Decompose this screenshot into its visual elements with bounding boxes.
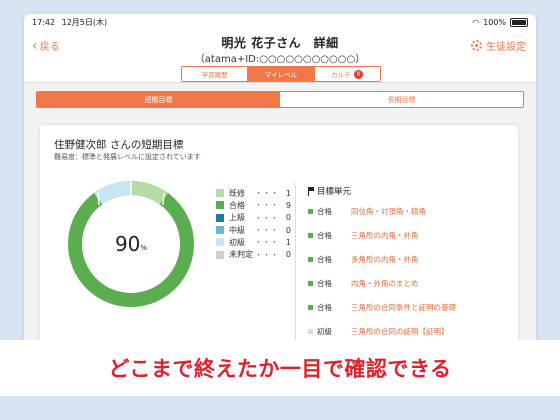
unit-status-swatch — [308, 280, 313, 286]
gear-icon — [471, 40, 482, 51]
legend-label: 上級 — [229, 213, 245, 223]
legend-item: 中級 ・・・ 0 — [216, 224, 296, 236]
unit-status: 合格 — [317, 302, 332, 312]
legend-dots: ・・・ — [255, 213, 279, 222]
unit-row[interactable]: 合格 三角形の合同条件と証明の基礎 — [308, 295, 508, 319]
legend-dots: ・・・ — [255, 238, 279, 247]
divider — [295, 183, 296, 354]
status-date: 12月5日(木) — [61, 17, 108, 27]
unit-row[interactable]: 合格 内角・外角のまとめ — [308, 271, 508, 295]
tab-my-level[interactable]: マイレベル — [247, 67, 314, 81]
tab-bar: 学習履歴 マイレベル カルテ 8 — [181, 66, 381, 82]
target-units-heading: 目標単元 — [308, 183, 508, 199]
progress-percent: 90 — [114, 232, 141, 256]
legend-dots: ・・・ — [255, 189, 279, 198]
student-id: （atama+ID:○○○○○○○○○○○） — [194, 54, 366, 65]
target-units: 目標単元 合格 同位角・対頂角・錯角 合格 三角形の内角・外角 合格 多角形の内角・外… — [308, 183, 508, 343]
unit-status: 合格 — [317, 278, 332, 288]
legend-item: 既修 ・・・ 1 — [216, 187, 296, 199]
legend-count: 1 — [285, 188, 291, 198]
unit-name-link[interactable]: 三角形の合同の証明【証明】 — [351, 326, 449, 337]
progress-percent-unit: % — [140, 244, 148, 252]
goal-card: 住野健次郎 さんの短期目標 難易度：標準と発展レベルに設定されています 90 %… — [40, 125, 518, 354]
legend-swatch — [216, 226, 224, 235]
caption-text: どこまで終えたか一目で確認できる — [108, 357, 452, 381]
unit-status-swatch — [308, 304, 313, 310]
legend-item: 上級 ・・・ 0 — [216, 212, 296, 224]
unit-row[interactable]: 合格 多角形の内角・外角 — [308, 247, 508, 271]
legend-count: 0 — [285, 213, 291, 223]
unit-row[interactable]: 合格 同位角・対頂角・錯角 — [308, 199, 508, 223]
legend-dots: ・・・ — [255, 226, 279, 235]
tab-karte[interactable]: カルテ 8 — [313, 67, 380, 81]
status-time: 17:42 — [32, 17, 56, 27]
unit-status-swatch — [308, 328, 313, 334]
legend-label: 中級 — [229, 225, 245, 235]
legend-swatch — [216, 213, 224, 222]
unit-status: 合格 — [317, 206, 332, 216]
segment-long-term[interactable]: 長期目標 — [280, 92, 523, 107]
wifi-icon: ◠ — [472, 17, 480, 27]
unit-name-link[interactable]: 多角形の内角・外角 — [351, 254, 419, 265]
tab-history[interactable]: 学習履歴 — [182, 67, 248, 81]
legend-label: 未判定 — [229, 250, 253, 260]
tab-karte-label: カルテ — [331, 71, 351, 79]
unit-status-swatch — [308, 232, 313, 238]
card-title: 住野健次郎 さんの短期目標 — [54, 139, 184, 151]
unit-name-link[interactable]: 同位角・対頂角・錯角 — [351, 206, 426, 217]
legend-count: 1 — [285, 237, 291, 247]
notification-badge: 8 — [353, 69, 364, 79]
unit-name-link[interactable]: 内角・外角のまとめ — [351, 278, 419, 289]
legend-swatch — [216, 238, 224, 247]
tablet-screen: 17:42 12月5日(木) ◠ 100% ‹ 戻る 明光 花子さん 詳細 （a… — [24, 14, 536, 354]
legend-dots: ・・・ — [255, 201, 279, 210]
page-title: 明光 花子さん 詳細 — [221, 36, 339, 50]
unit-status-swatch — [308, 256, 313, 262]
caption-banner: どこまで終えたか一目で確認できる — [0, 340, 560, 396]
legend-item: 未判定 ・・・ 0 — [216, 248, 296, 260]
legend-swatch — [216, 250, 224, 259]
legend-label: 合格 — [229, 200, 245, 210]
student-settings-button[interactable]: 生徒設定 — [471, 38, 526, 53]
settings-label: 生徒設定 — [486, 42, 526, 53]
donut-center-label: 90 % — [66, 179, 196, 309]
tab-my-level-label: マイレベル — [264, 71, 298, 79]
header: ‹ 戻る 明光 花子さん 詳細 （atama+ID:○○○○○○○○○○○） 生… — [24, 30, 536, 82]
battery-percent: 100% — [483, 17, 506, 27]
status-bar: 17:42 12月5日(木) ◠ 100% — [24, 14, 536, 30]
legend-count: 0 — [285, 225, 291, 235]
legend: 既修 ・・・ 1 合格 ・・・ 9 上級 ・・・ 0 中級 ・・・ 0 初級 ・・・ 1 未判定 ・・… — [216, 187, 296, 261]
legend-swatch — [216, 189, 224, 198]
legend-count: 0 — [285, 250, 291, 260]
flag-icon — [308, 186, 314, 196]
card-subtitle: 難易度：標準と発展レベルに設定されています — [54, 153, 201, 161]
segment-short-term[interactable]: 短期目標 — [37, 92, 280, 107]
legend-count: 9 — [285, 200, 291, 210]
tab-history-label: 学習履歴 — [201, 71, 228, 79]
legend-label: 初級 — [229, 237, 245, 247]
legend-dots: ・・・ — [255, 250, 279, 259]
unit-row[interactable]: 合格 三角形の内角・外角 — [308, 223, 508, 247]
legend-item: 初級 ・・・ 1 — [216, 236, 296, 248]
unit-status: 初級 — [317, 326, 332, 336]
unit-status: 合格 — [317, 254, 332, 264]
legend-item: 合格 ・・・ 9 — [216, 199, 296, 211]
target-units-title: 目標単元 — [317, 187, 352, 197]
unit-status-swatch — [308, 208, 313, 214]
legend-swatch — [216, 201, 224, 210]
unit-name-link[interactable]: 三角形の合同条件と証明の基礎 — [351, 302, 456, 313]
goal-segment-control: 短期目標 長期目標 — [36, 91, 524, 108]
legend-label: 既修 — [229, 188, 245, 198]
battery-icon — [510, 17, 528, 27]
unit-name-link[interactable]: 三角形の内角・外角 — [351, 230, 419, 241]
unit-status: 合格 — [317, 230, 332, 240]
main-content: 短期目標 長期目標 住野健次郎 さんの短期目標 難易度：標準と発展レベルに設定さ… — [24, 82, 536, 354]
